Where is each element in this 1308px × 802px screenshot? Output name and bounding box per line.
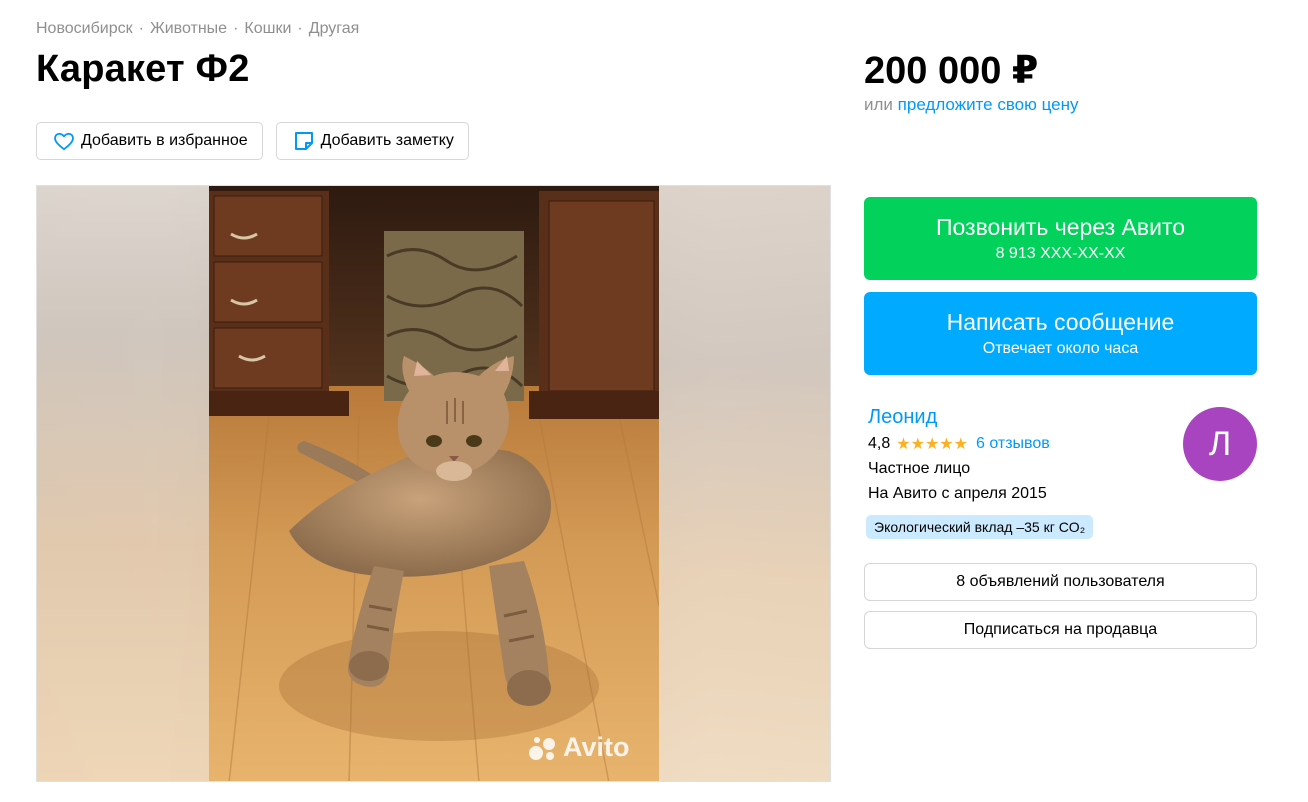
message-response-time: Отвечает около часа <box>982 340 1139 357</box>
seller-rating: 4,8 ★★★★★ 6 отзывов <box>868 434 1050 454</box>
message-button-label: Написать сообщение <box>946 309 1175 335</box>
note-icon <box>293 130 315 152</box>
gallery-blur-left <box>37 186 210 781</box>
gallery-blur-right <box>657 186 830 781</box>
call-phone: 8 913 XXX-XX-XX <box>995 245 1126 262</box>
add-note-label: Добавить заметку <box>320 132 454 149</box>
seller-name-link[interactable]: Леонид <box>868 406 937 429</box>
avatar[interactable]: Л <box>1183 407 1257 481</box>
breadcrumb-separator: · <box>138 20 144 37</box>
add-to-favorites-button[interactable]: Добавить в избранное <box>36 122 263 160</box>
breadcrumb-separator: · <box>233 20 239 37</box>
call-button-label: Позвонить через Авито <box>935 214 1186 240</box>
avito-watermark: Avito <box>527 732 630 763</box>
eco-badge[interactable]: Экологический вклад –35 кг CO₂ <box>866 515 1094 539</box>
heart-outline-icon <box>53 131 75 151</box>
breadcrumb-item-cats[interactable]: Кошки <box>244 20 291 38</box>
add-to-favorites-label: Добавить в избранное <box>81 132 248 149</box>
breadcrumb-item-animals[interactable]: Животные <box>150 20 227 38</box>
seller-since: На Авито с апреля 2015 <box>868 485 1047 502</box>
message-button[interactable]: Написать сообщение Отвечает около часа <box>864 292 1257 375</box>
call-button[interactable]: Позвонить через Авито 8 913 XXX-XX-XX <box>864 197 1257 280</box>
avito-logo-icon <box>529 736 555 760</box>
breadcrumb: Новосибирск · Животные · Кошки · Другая <box>36 20 359 38</box>
user-ads-button[interactable]: 8 объявлений пользователя <box>864 563 1257 601</box>
price: 200 000 ₽ <box>864 50 1039 92</box>
breadcrumb-separator: · <box>297 20 303 37</box>
subscribe-seller-button[interactable]: Подписаться на продавца <box>864 611 1257 649</box>
breadcrumb-item-other[interactable]: Другая <box>309 20 360 38</box>
add-note-button[interactable]: Добавить заметку <box>275 122 469 160</box>
breadcrumb-item-city[interactable]: Новосибирск <box>36 20 133 38</box>
rating-value: 4,8 <box>868 435 891 452</box>
cat-photo-illustration <box>209 186 659 781</box>
offer-price-link[interactable]: предложите свою цену <box>898 95 1079 114</box>
listing-photo[interactable]: Avito <box>209 186 659 781</box>
avito-watermark-text: Avito <box>563 732 630 762</box>
reviews-link[interactable]: 6 отзывов <box>976 435 1050 453</box>
seller-type: Частное лицо <box>868 460 971 477</box>
photo-gallery[interactable]: Avito <box>36 185 831 782</box>
listing-actions: Добавить в избранное Добавить заметку <box>36 122 469 160</box>
price-or-text: или <box>864 95 893 114</box>
page-title: Каракет Ф2 <box>36 48 250 90</box>
price-offer: или предложите свою цену <box>864 95 1079 115</box>
rating-stars-icon: ★★★★★ <box>896 436 968 453</box>
